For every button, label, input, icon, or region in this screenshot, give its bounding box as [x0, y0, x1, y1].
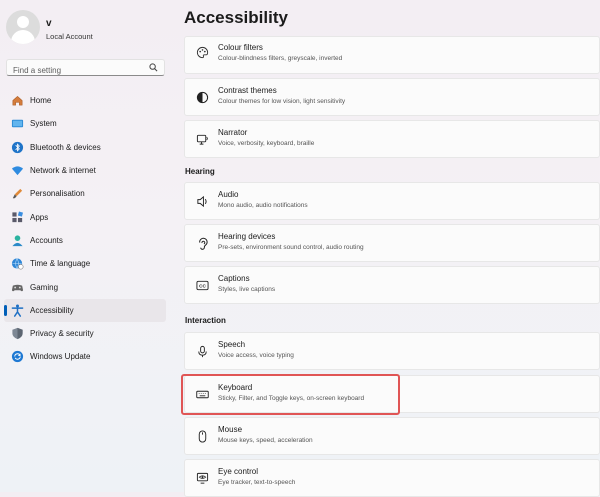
shield-icon	[10, 327, 24, 341]
account-type: Local Account	[46, 32, 93, 41]
setting-description: Mouse keys, speed, acceleration	[218, 437, 313, 444]
setting-description: Colour themes for low vision, light sens…	[218, 98, 346, 105]
setting-title: Narrator	[218, 128, 248, 137]
setting-title: Colour filters	[218, 43, 263, 52]
sidebar-item-label: Privacy & security	[30, 329, 94, 339]
svg-text:CC: CC	[199, 283, 206, 288]
setting-narrator[interactable]: Narrator Voice, verbosity, keyboard, bra…	[184, 120, 600, 158]
setting-description: Sticky, Filter, and Toggle keys, on-scre…	[218, 395, 365, 402]
sidebar-item-label: Apps	[30, 212, 49, 222]
sidebar-item-system[interactable]: System	[4, 112, 166, 135]
search-input[interactable]	[7, 63, 148, 78]
sidebar-item-label: Accessibility	[30, 305, 74, 315]
mouse-icon	[195, 429, 209, 443]
wifi-icon	[10, 164, 24, 178]
sidebar-item-label: Windows Update	[30, 352, 91, 362]
sidebar-item-bluetooth[interactable]: Bluetooth & devices	[4, 136, 166, 159]
setting-mouse[interactable]: Mouse Mouse keys, speed, acceleration	[184, 417, 600, 455]
microphone-icon	[195, 344, 209, 358]
sidebar-item-accessibility[interactable]: Accessibility	[4, 298, 166, 322]
search-icon[interactable]	[149, 63, 158, 72]
person-icon	[10, 233, 24, 247]
setting-speech[interactable]: Speech Voice access, voice typing	[184, 332, 600, 370]
user-name: v	[46, 18, 52, 29]
setting-title: Audio	[218, 190, 239, 199]
setting-title: Hearing devices	[218, 232, 276, 241]
setting-contrast-themes[interactable]: Contrast themes Colour themes for low vi…	[184, 78, 600, 116]
sidebar-nav: Home System Bluetooth & devices Network …	[4, 89, 166, 369]
setting-title: Contrast themes	[218, 86, 277, 95]
sidebar-item-home[interactable]: Home	[4, 89, 166, 112]
speaker-icon	[195, 194, 209, 208]
sidebar-item-personalisation[interactable]: Personalisation	[4, 182, 166, 205]
setting-description: Pre-sets, environment sound control, aud…	[218, 244, 364, 251]
sidebar-item-label: Accounts	[30, 235, 63, 245]
accessibility-icon	[10, 303, 24, 317]
setting-colour-filters[interactable]: Colour filters Colour-blindness filters,…	[184, 36, 600, 74]
gamepad-icon	[10, 280, 24, 294]
sidebar-item-label: Time & language	[30, 259, 91, 269]
setting-keyboard[interactable]: Keyboard Sticky, Filter, and Toggle keys…	[184, 375, 600, 413]
setting-description: Styles, live captions	[218, 286, 276, 293]
setting-audio[interactable]: Audio Mono audio, audio notifications	[184, 182, 600, 220]
sidebar-item-privacy[interactable]: Privacy & security	[4, 322, 166, 345]
ear-icon	[195, 236, 209, 250]
globe-clock-icon	[10, 257, 24, 271]
sidebar-item-gaming[interactable]: Gaming	[4, 275, 166, 298]
keyboard-icon	[195, 387, 209, 401]
setting-title: Eye control	[218, 467, 259, 476]
sidebar-item-label: Personalisation	[30, 189, 85, 199]
sidebar-item-windows-update[interactable]: Windows Update	[4, 345, 166, 368]
palette-icon	[195, 45, 209, 59]
setting-title: Mouse	[218, 425, 243, 434]
bluetooth-icon	[10, 140, 24, 154]
section-header-interaction: Interaction	[185, 316, 226, 325]
sidebar: v Local Account Home System Bluetooth & …	[0, 0, 172, 492]
setting-title: Keyboard	[218, 383, 253, 392]
sidebar-item-label: Home	[30, 96, 52, 106]
monitor-icon	[10, 117, 24, 131]
sidebar-item-accounts[interactable]: Accounts	[4, 229, 166, 252]
user-profile[interactable]: v Local Account	[6, 10, 166, 46]
narrator-icon	[195, 132, 209, 146]
contrast-icon	[195, 90, 209, 104]
sidebar-item-label: Network & internet	[30, 166, 96, 176]
home-icon	[10, 94, 24, 108]
sidebar-item-network[interactable]: Network & internet	[4, 159, 166, 182]
update-icon	[10, 350, 24, 364]
setting-hearing-devices[interactable]: Hearing devices Pre-sets, environment so…	[184, 224, 600, 262]
sidebar-item-time-language[interactable]: Time & language	[4, 252, 166, 275]
sidebar-item-apps[interactable]: Apps	[4, 205, 166, 228]
sidebar-item-label: System	[30, 119, 57, 129]
setting-title: Captions	[218, 274, 250, 283]
section-header-hearing: Hearing	[185, 167, 215, 176]
sidebar-item-label: Bluetooth & devices	[30, 142, 101, 152]
cc-icon: CC	[195, 278, 209, 292]
eye-icon	[195, 471, 209, 485]
search-box[interactable]	[6, 59, 165, 78]
page-title: Accessibility	[184, 8, 288, 27]
apps-icon	[10, 210, 24, 224]
setting-captions[interactable]: CC Captions Styles, live captions	[184, 266, 600, 304]
setting-eye-control[interactable]: Eye control Eye tracker, text-to-speech	[184, 459, 600, 497]
main-content: Accessibility Colour filters Colour-blin…	[180, 0, 600, 497]
avatar[interactable]	[6, 10, 40, 44]
setting-description: Voice access, voice typing	[218, 352, 294, 359]
sidebar-item-label: Gaming	[30, 282, 59, 292]
setting-description: Eye tracker, text-to-speech	[218, 479, 296, 486]
setting-title: Speech	[218, 340, 246, 349]
brush-icon	[10, 187, 24, 201]
setting-description: Colour-blindness filters, greyscale, inv…	[218, 55, 343, 62]
setting-description: Voice, verbosity, keyboard, braille	[218, 140, 315, 147]
setting-description: Mono audio, audio notifications	[218, 202, 308, 209]
